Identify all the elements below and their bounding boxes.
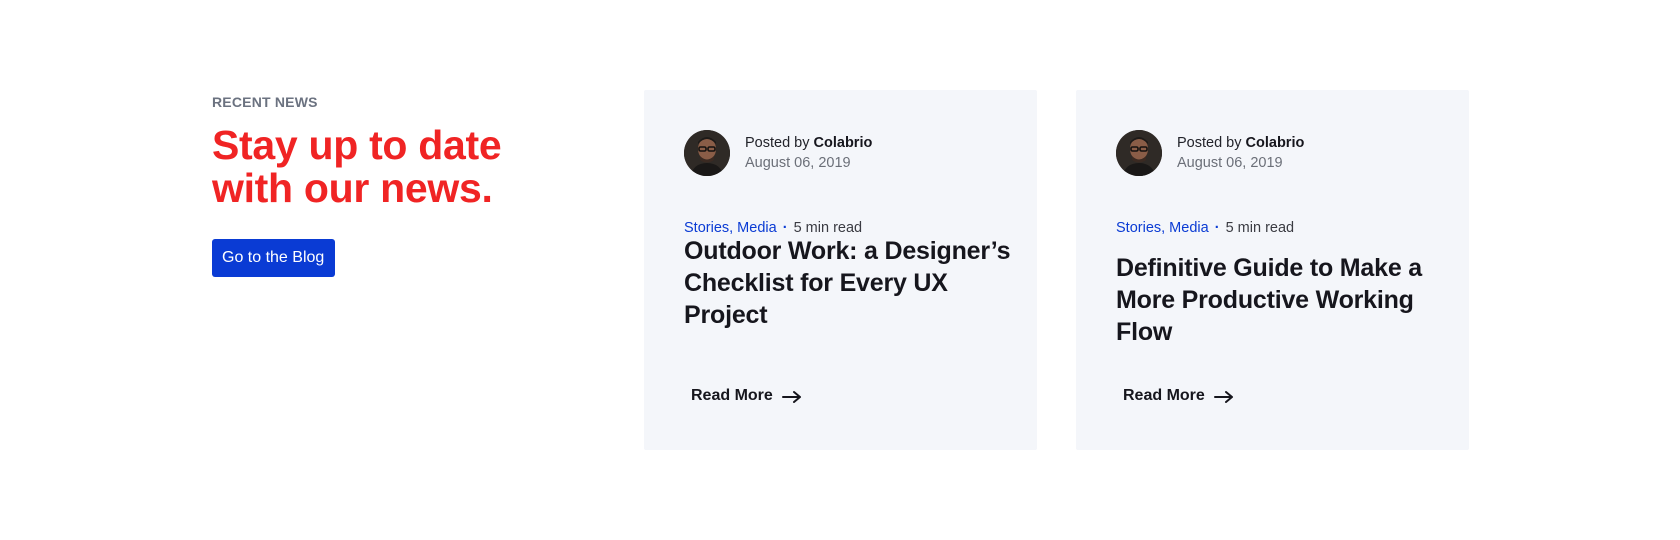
- post-meta: Posted by Colabrio August 06, 2019: [1177, 133, 1304, 173]
- post-tags-line: Stories, Media · 5 min read: [1116, 218, 1294, 238]
- meta-separator: ·: [782, 220, 788, 236]
- go-to-blog-button[interactable]: Go to the Blog: [212, 239, 336, 277]
- section-headline: Stay up to date with our news.: [212, 124, 572, 210]
- posted-prefix: Posted by: [1177, 135, 1242, 151]
- read-more-link[interactable]: Read More: [1123, 386, 1234, 406]
- author-name-link[interactable]: Colabrio: [814, 135, 873, 151]
- author-avatar[interactable]: [1116, 130, 1162, 176]
- headline-line-2: with our news.: [212, 165, 493, 211]
- read-time: 5 min read: [793, 220, 863, 236]
- headline-line-1: Stay up to date: [212, 122, 502, 168]
- posted-prefix: Posted by: [745, 135, 810, 151]
- post-title-link[interactable]: Outdoor Work: a Designer’s Checklist for…: [684, 235, 1014, 331]
- avatar-photo-icon: [684, 130, 730, 176]
- author-info: Posted by Colabrio August 06, 2019: [1116, 130, 1304, 176]
- post-date: August 06, 2019: [1177, 155, 1283, 171]
- post-title-link[interactable]: Definitive Guide to Make a More Producti…: [1116, 252, 1446, 348]
- posted-by: Posted by Colabrio: [1177, 133, 1304, 153]
- posted-by: Posted by Colabrio: [745, 133, 872, 153]
- arrow-right-icon: [1213, 391, 1233, 403]
- meta-separator: ·: [1214, 220, 1220, 236]
- read-more-link[interactable]: Read More: [691, 386, 802, 406]
- read-time: 5 min read: [1225, 220, 1295, 236]
- news-section: RECENT NEWS Stay up to date with our new…: [0, 0, 1680, 540]
- post-date: August 06, 2019: [745, 155, 851, 171]
- avatar-photo-icon: [1116, 130, 1162, 176]
- post-categories-link[interactable]: Stories, Media: [684, 220, 777, 236]
- arrow-right-icon: [781, 391, 801, 403]
- news-card: Posted by Colabrio August 06, 2019 Stori…: [1076, 90, 1469, 450]
- author-info: Posted by Colabrio August 06, 2019: [684, 130, 872, 176]
- intro-column: RECENT NEWS Stay up to date with our new…: [212, 93, 572, 277]
- author-avatar[interactable]: [684, 130, 730, 176]
- news-card: Posted by Colabrio August 06, 2019 Stori…: [644, 90, 1037, 450]
- author-name-link[interactable]: Colabrio: [1246, 135, 1305, 151]
- post-categories-link[interactable]: Stories, Media: [1116, 220, 1209, 236]
- read-more-label: Read More: [691, 387, 773, 404]
- post-meta: Posted by Colabrio August 06, 2019: [745, 133, 872, 173]
- section-eyebrow: RECENT NEWS: [212, 94, 318, 110]
- read-more-label: Read More: [1123, 387, 1205, 404]
